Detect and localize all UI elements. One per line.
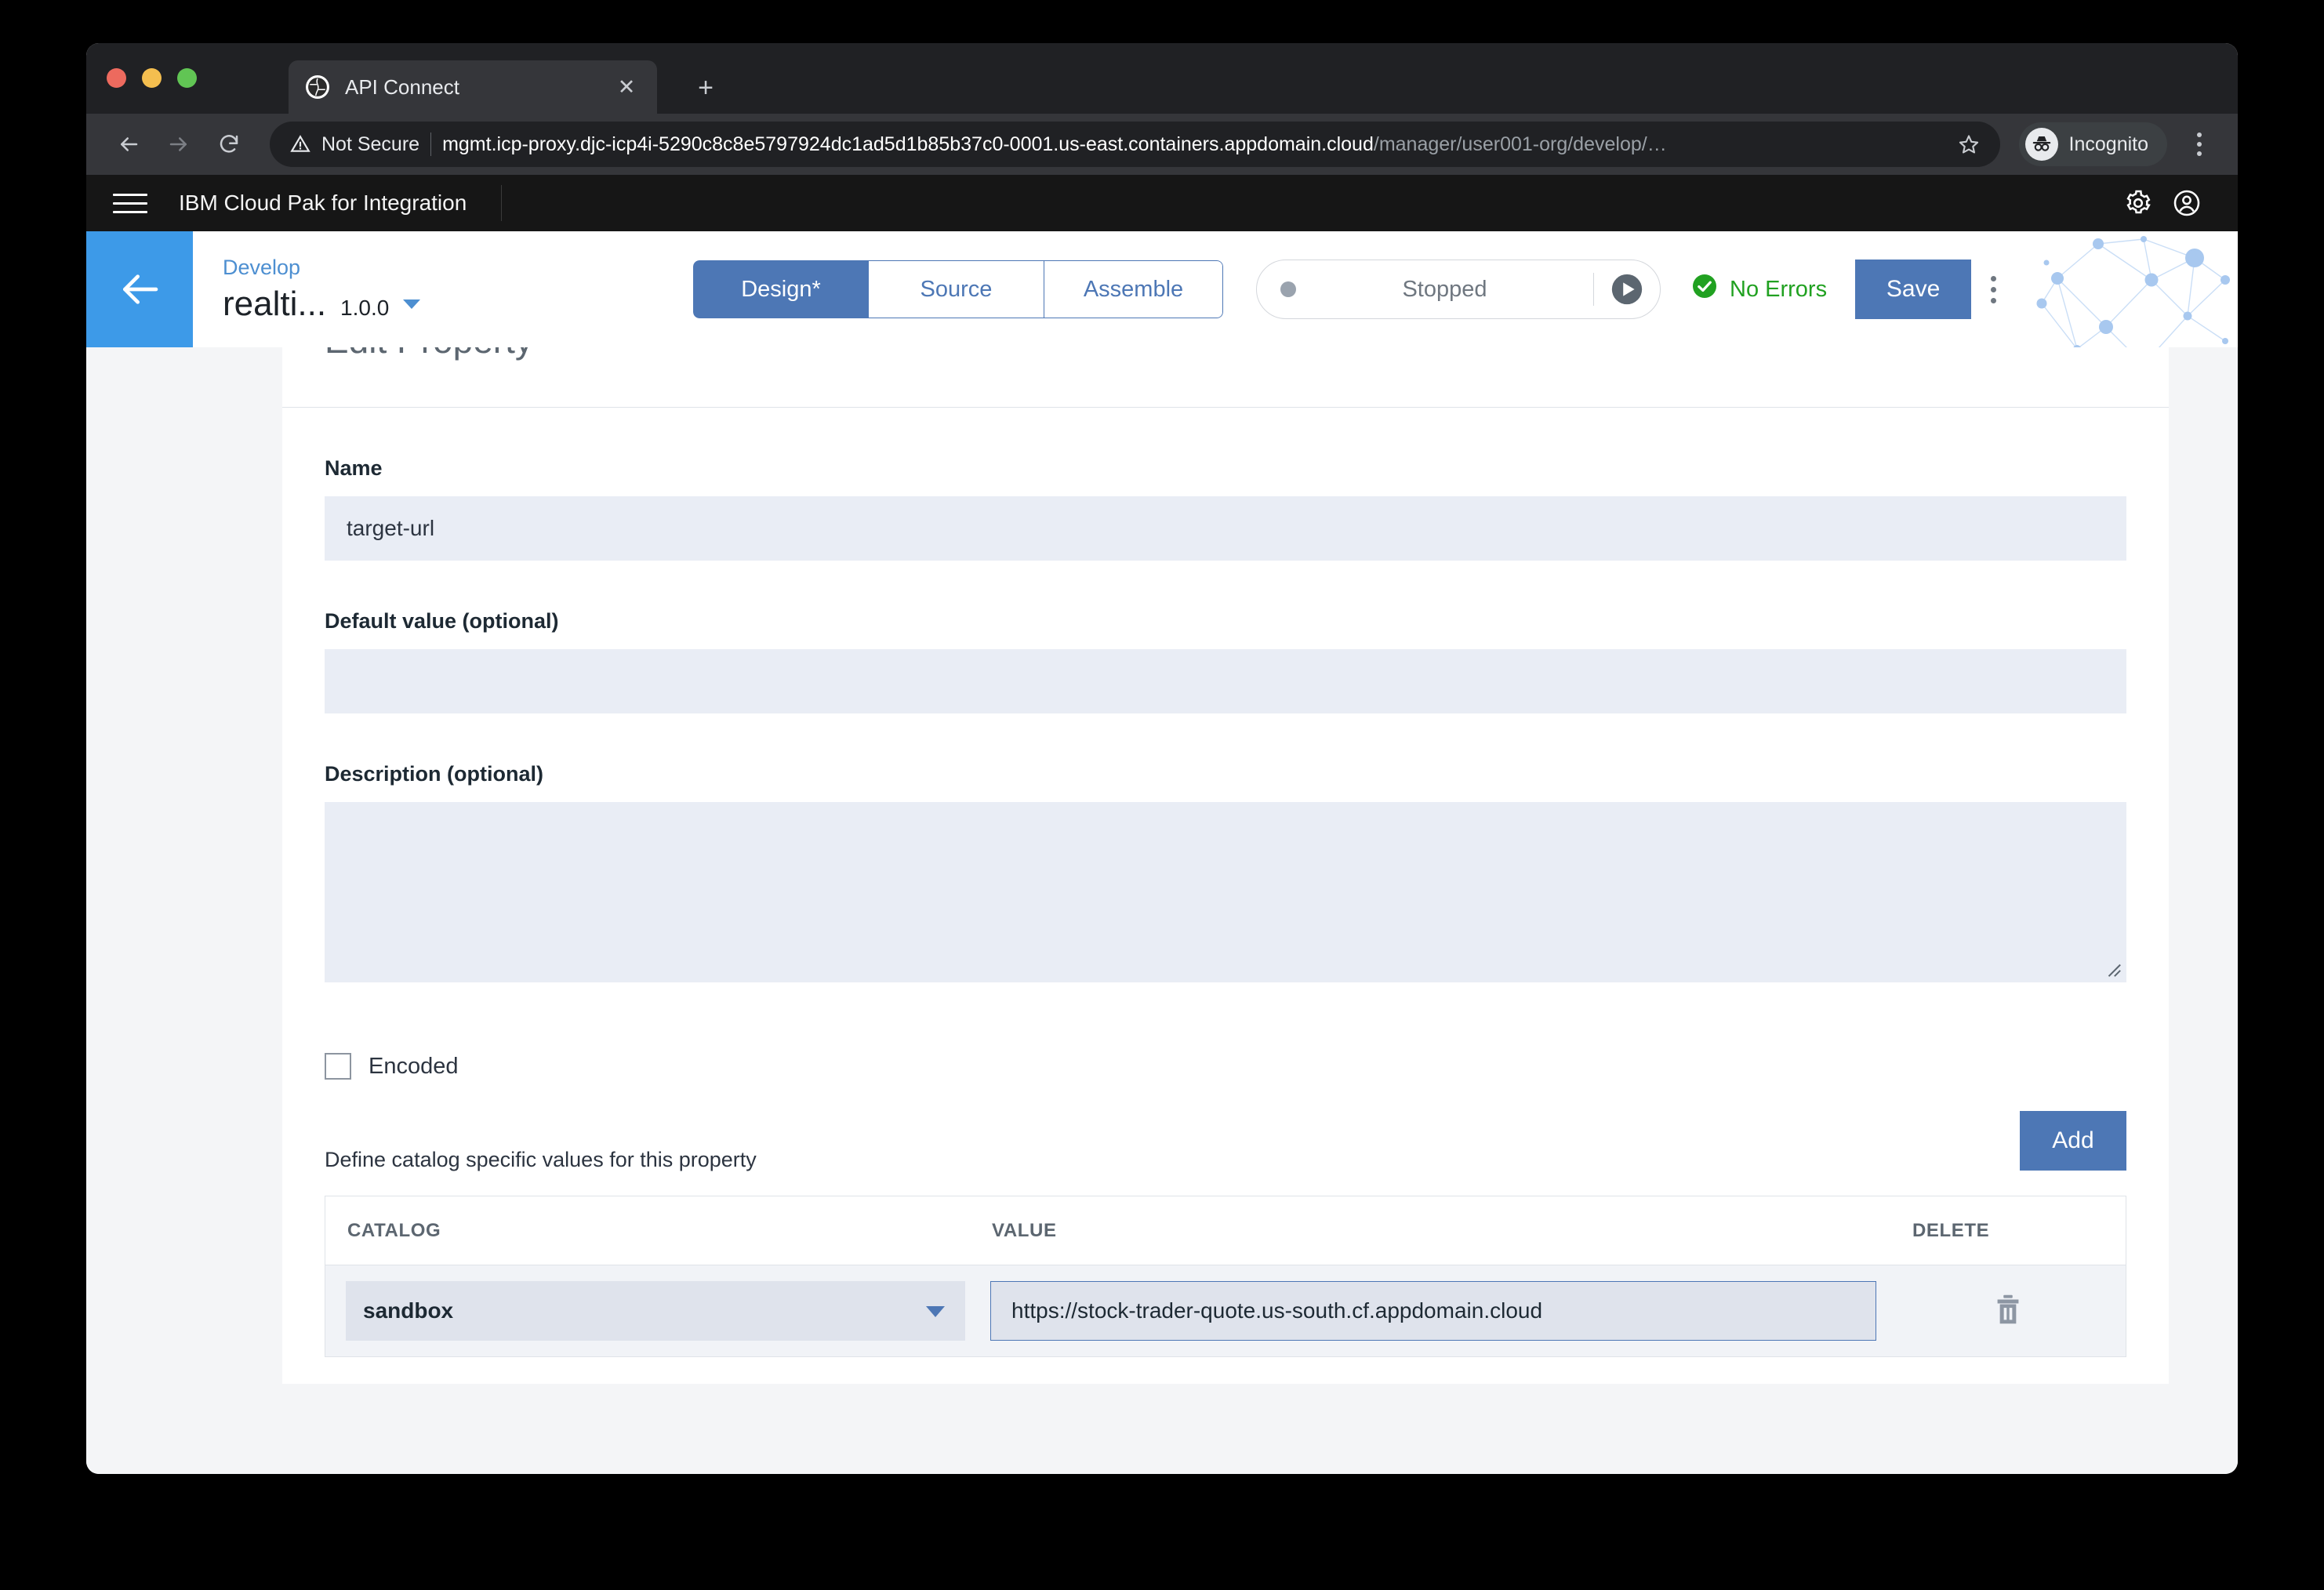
encoded-label: Encoded [369,1054,459,1080]
column-header-catalog: CATALOG [325,1220,968,1242]
incognito-icon [2025,128,2058,161]
maximize-window-button[interactable] [177,68,197,88]
globe-icon [306,75,329,99]
description-textarea[interactable] [325,802,2126,982]
status-indicator-dot [1280,281,1296,297]
encoded-checkbox[interactable] [325,1053,351,1080]
incognito-profile-button[interactable]: Incognito [2019,122,2167,166]
field-label-default-value: Default value (optional) [325,609,2126,633]
column-header-delete: DELETE [1890,1220,2126,1242]
api-status-control[interactable]: Stopped [1256,260,1661,319]
version-chevron-down-icon[interactable] [403,299,420,309]
catalog-values-table: CATALOG VALUE DELETE sandbox [325,1196,2126,1357]
browser-menu-button[interactable] [2181,132,2217,156]
tab-assemble[interactable]: Assemble [1044,260,1223,318]
chevron-down-icon [926,1306,945,1317]
cell-value: https://stock-trader-quote.us-south.cf.a… [968,1281,1890,1341]
define-catalog-values-text: Define catalog specific values for this … [325,1148,757,1185]
title-divider [282,407,2169,408]
content-scroll-region[interactable]: Edit Property Name target-url Default va… [193,231,2238,1474]
add-button[interactable]: Add [2020,1111,2126,1171]
catalog-value-input[interactable]: https://stock-trader-quote.us-south.cf.a… [990,1281,1876,1341]
property-form: Name target-url Default value (optional)… [282,456,2169,1357]
not-secure-label: Not Secure [321,133,419,156]
minimize-window-button[interactable] [142,68,162,88]
omnibox-divider [430,132,431,156]
header-divider [501,185,502,221]
browser-tab-strip: API Connect ✕ + [86,43,2238,114]
api-title-block: Develop realti... 1.0.0 [223,256,677,324]
close-window-button[interactable] [107,68,126,88]
play-circle-icon[interactable] [1594,271,1660,307]
hamburger-menu-icon[interactable] [113,194,147,213]
close-tab-button[interactable]: ✕ [613,77,640,98]
tab-design[interactable]: Design* [693,260,869,318]
cell-delete [1890,1291,2126,1331]
network-decoration-graphic [2034,231,2238,347]
field-label-name: Name [325,456,2126,481]
breadcrumb[interactable]: Develop [223,256,677,280]
catalog-select[interactable]: sandbox [346,1281,965,1341]
encoded-row: Encoded [325,1053,2126,1080]
save-button[interactable]: Save [1855,260,1971,319]
textarea-resize-handle[interactable] [2104,960,2122,978]
error-status: No Errors [1690,272,1827,307]
catalog-select-value: sandbox [346,1298,453,1323]
table-row: sandbox https://stock-trader-quote.us-so… [325,1265,2126,1356]
forward-navigation-button[interactable] [157,122,201,166]
url-path: /manager/user001-org/develop/… [1374,133,1667,155]
tab-source[interactable]: Source [869,260,1044,318]
field-label-description: Description (optional) [325,762,2126,786]
window-traffic-lights [107,68,197,88]
api-toolbar: Develop realti... 1.0.0 Design* Source A… [193,231,2238,347]
not-secure-warning-icon [290,134,310,154]
product-header: IBM Cloud Pak for Integration [86,175,2238,231]
new-tab-button[interactable]: + [690,74,721,101]
check-circle-icon [1690,272,1719,307]
back-navigation-button[interactable] [107,122,151,166]
user-avatar-icon[interactable] [2162,179,2211,227]
cell-catalog: sandbox [325,1281,968,1341]
view-tabs: Design* Source Assemble [693,260,1223,318]
catalog-values-header-row: Define catalog specific values for this … [325,1111,2126,1185]
api-version: 1.0.0 [340,296,389,321]
browser-tab-title: API Connect [345,75,613,100]
url-omnibox[interactable]: Not Secure mgmt.icp-proxy.djc-icp4i-5290… [270,122,2000,167]
url-text: mgmt.icp-proxy.djc-icp4i-5290c8c8e579792… [442,133,1946,156]
column-header-value: VALUE [968,1220,1890,1242]
field-name: Name target-url [325,456,2126,561]
table-header-row: CATALOG VALUE DELETE [325,1196,2126,1265]
name-input[interactable]: target-url [325,496,2126,561]
gear-icon[interactable] [2114,179,2162,227]
field-description: Description (optional) [325,762,2126,982]
incognito-label: Incognito [2069,133,2148,156]
default-value-input[interactable] [325,649,2126,713]
error-status-label: No Errors [1730,277,1827,303]
browser-address-bar: Not Secure mgmt.icp-proxy.djc-icp4i-5290… [86,114,2238,175]
field-default-value: Default value (optional) [325,609,2126,713]
back-button[interactable] [86,231,193,347]
application-area: Edit Property Name target-url Default va… [86,231,2238,1474]
url-host: mgmt.icp-proxy.djc-icp4i-5290c8c8e579792… [442,133,1374,155]
reload-button[interactable] [207,122,251,166]
product-title: IBM Cloud Pak for Integration [179,191,467,216]
status-label: Stopped [1296,277,1593,303]
toolbar-overflow-menu-button[interactable] [1971,276,2015,303]
api-name: realti... [223,285,326,324]
bookmark-star-icon[interactable] [1958,133,1980,155]
browser-window: API Connect ✕ + [86,43,2238,1474]
browser-tab[interactable]: API Connect ✕ [289,60,657,114]
trash-icon[interactable] [1990,1291,2026,1331]
api-title-row: realti... 1.0.0 [223,285,677,324]
edit-property-card: Edit Property Name target-url Default va… [282,310,2169,1384]
